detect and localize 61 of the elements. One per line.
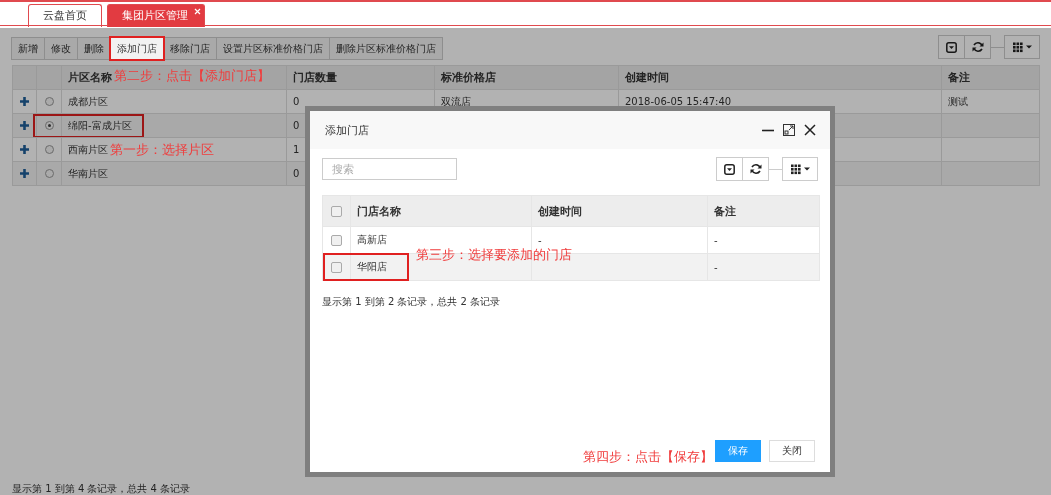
table-cell: - <box>714 261 718 273</box>
table-cell: 2018-06-05 15:47:40 <box>625 96 732 107</box>
grid-icon <box>790 163 801 175</box>
refresh-icon <box>971 41 984 53</box>
toolbar-button[interactable]: 设置片区标准价格门店 <box>216 37 330 60</box>
checkbox[interactable] <box>331 234 342 246</box>
caret-icon <box>1025 45 1032 49</box>
toolbar-button[interactable]: 移除门店 <box>163 37 217 60</box>
expand-icon[interactable] <box>20 97 29 106</box>
tab[interactable]: 云盘首页 <box>28 4 102 27</box>
expand-icon[interactable] <box>20 121 29 130</box>
table-cell: - <box>538 234 542 246</box>
toolbar-button[interactable]: 新增 <box>11 37 45 60</box>
toggle-icon <box>724 163 735 175</box>
radio-button[interactable] <box>44 145 54 154</box>
table-cell: 测试 <box>948 94 968 109</box>
expand-icon[interactable] <box>20 145 29 154</box>
checkbox[interactable] <box>331 261 342 273</box>
expand-icon[interactable] <box>20 169 29 178</box>
search-field[interactable]: 搜索 <box>322 158 457 180</box>
refresh-button[interactable] <box>742 157 769 181</box>
columns-button[interactable] <box>1004 35 1040 59</box>
table-cell: 高新店 <box>357 233 387 247</box>
table-cell: 0 <box>293 168 300 179</box>
close-button[interactable]: 关闭 <box>769 440 815 462</box>
table-cell: 0 <box>293 96 300 107</box>
table-cell: 1 <box>293 144 300 155</box>
toolbar-button[interactable]: 修改 <box>44 37 78 60</box>
close-icon[interactable] <box>804 124 816 136</box>
radio-button[interactable] <box>44 169 54 178</box>
table-cell: 0 <box>293 120 300 131</box>
radio-button[interactable] <box>44 121 54 130</box>
grid-icon <box>1012 41 1023 53</box>
toggle-view-button[interactable] <box>938 35 965 59</box>
annotation-text: 第三步：选择要添加的门店 <box>416 246 572 264</box>
toolbar-button[interactable]: 添加门店 <box>110 37 164 60</box>
table-cell: - <box>714 234 718 246</box>
toggle-icon <box>946 41 957 53</box>
table-cell: 西南片区 <box>68 142 108 157</box>
table-cell: 绵阳-富成片区 <box>68 118 132 133</box>
annotation-text: 第二步：点击【添加门店】 <box>114 67 270 85</box>
annotation-text: 第一步：选择片区 <box>110 141 214 159</box>
table-cell: 华南片区 <box>68 166 108 181</box>
pagination-info: 显示第 1 到第 4 条记录，总共 4 条记录 <box>12 482 191 495</box>
maximize-icon[interactable] <box>783 124 795 136</box>
caret-icon <box>803 167 810 171</box>
refresh-icon <box>749 163 762 175</box>
table-cell: 双流店 <box>441 94 471 109</box>
table-cell: 成都片区 <box>68 94 108 109</box>
radio-button[interactable] <box>44 97 54 106</box>
table-cell: 华阳店 <box>357 260 387 274</box>
refresh-button[interactable] <box>964 35 991 59</box>
annotation-text: 第四步：点击【保存】 <box>583 448 713 466</box>
toolbar-button[interactable]: 删除片区标准价格门店 <box>329 37 443 60</box>
toolbar-button[interactable]: 删除 <box>77 37 111 60</box>
dialog-title: 添加门店 <box>325 122 369 138</box>
toggle-view-button[interactable] <box>716 157 743 181</box>
columns-button[interactable] <box>782 157 818 181</box>
checkbox[interactable] <box>331 205 342 217</box>
pagination-info: 显示第 1 到第 2 条记录，总共 2 条记录 <box>322 295 502 309</box>
tab[interactable]: 集团片区管理 <box>107 4 205 27</box>
